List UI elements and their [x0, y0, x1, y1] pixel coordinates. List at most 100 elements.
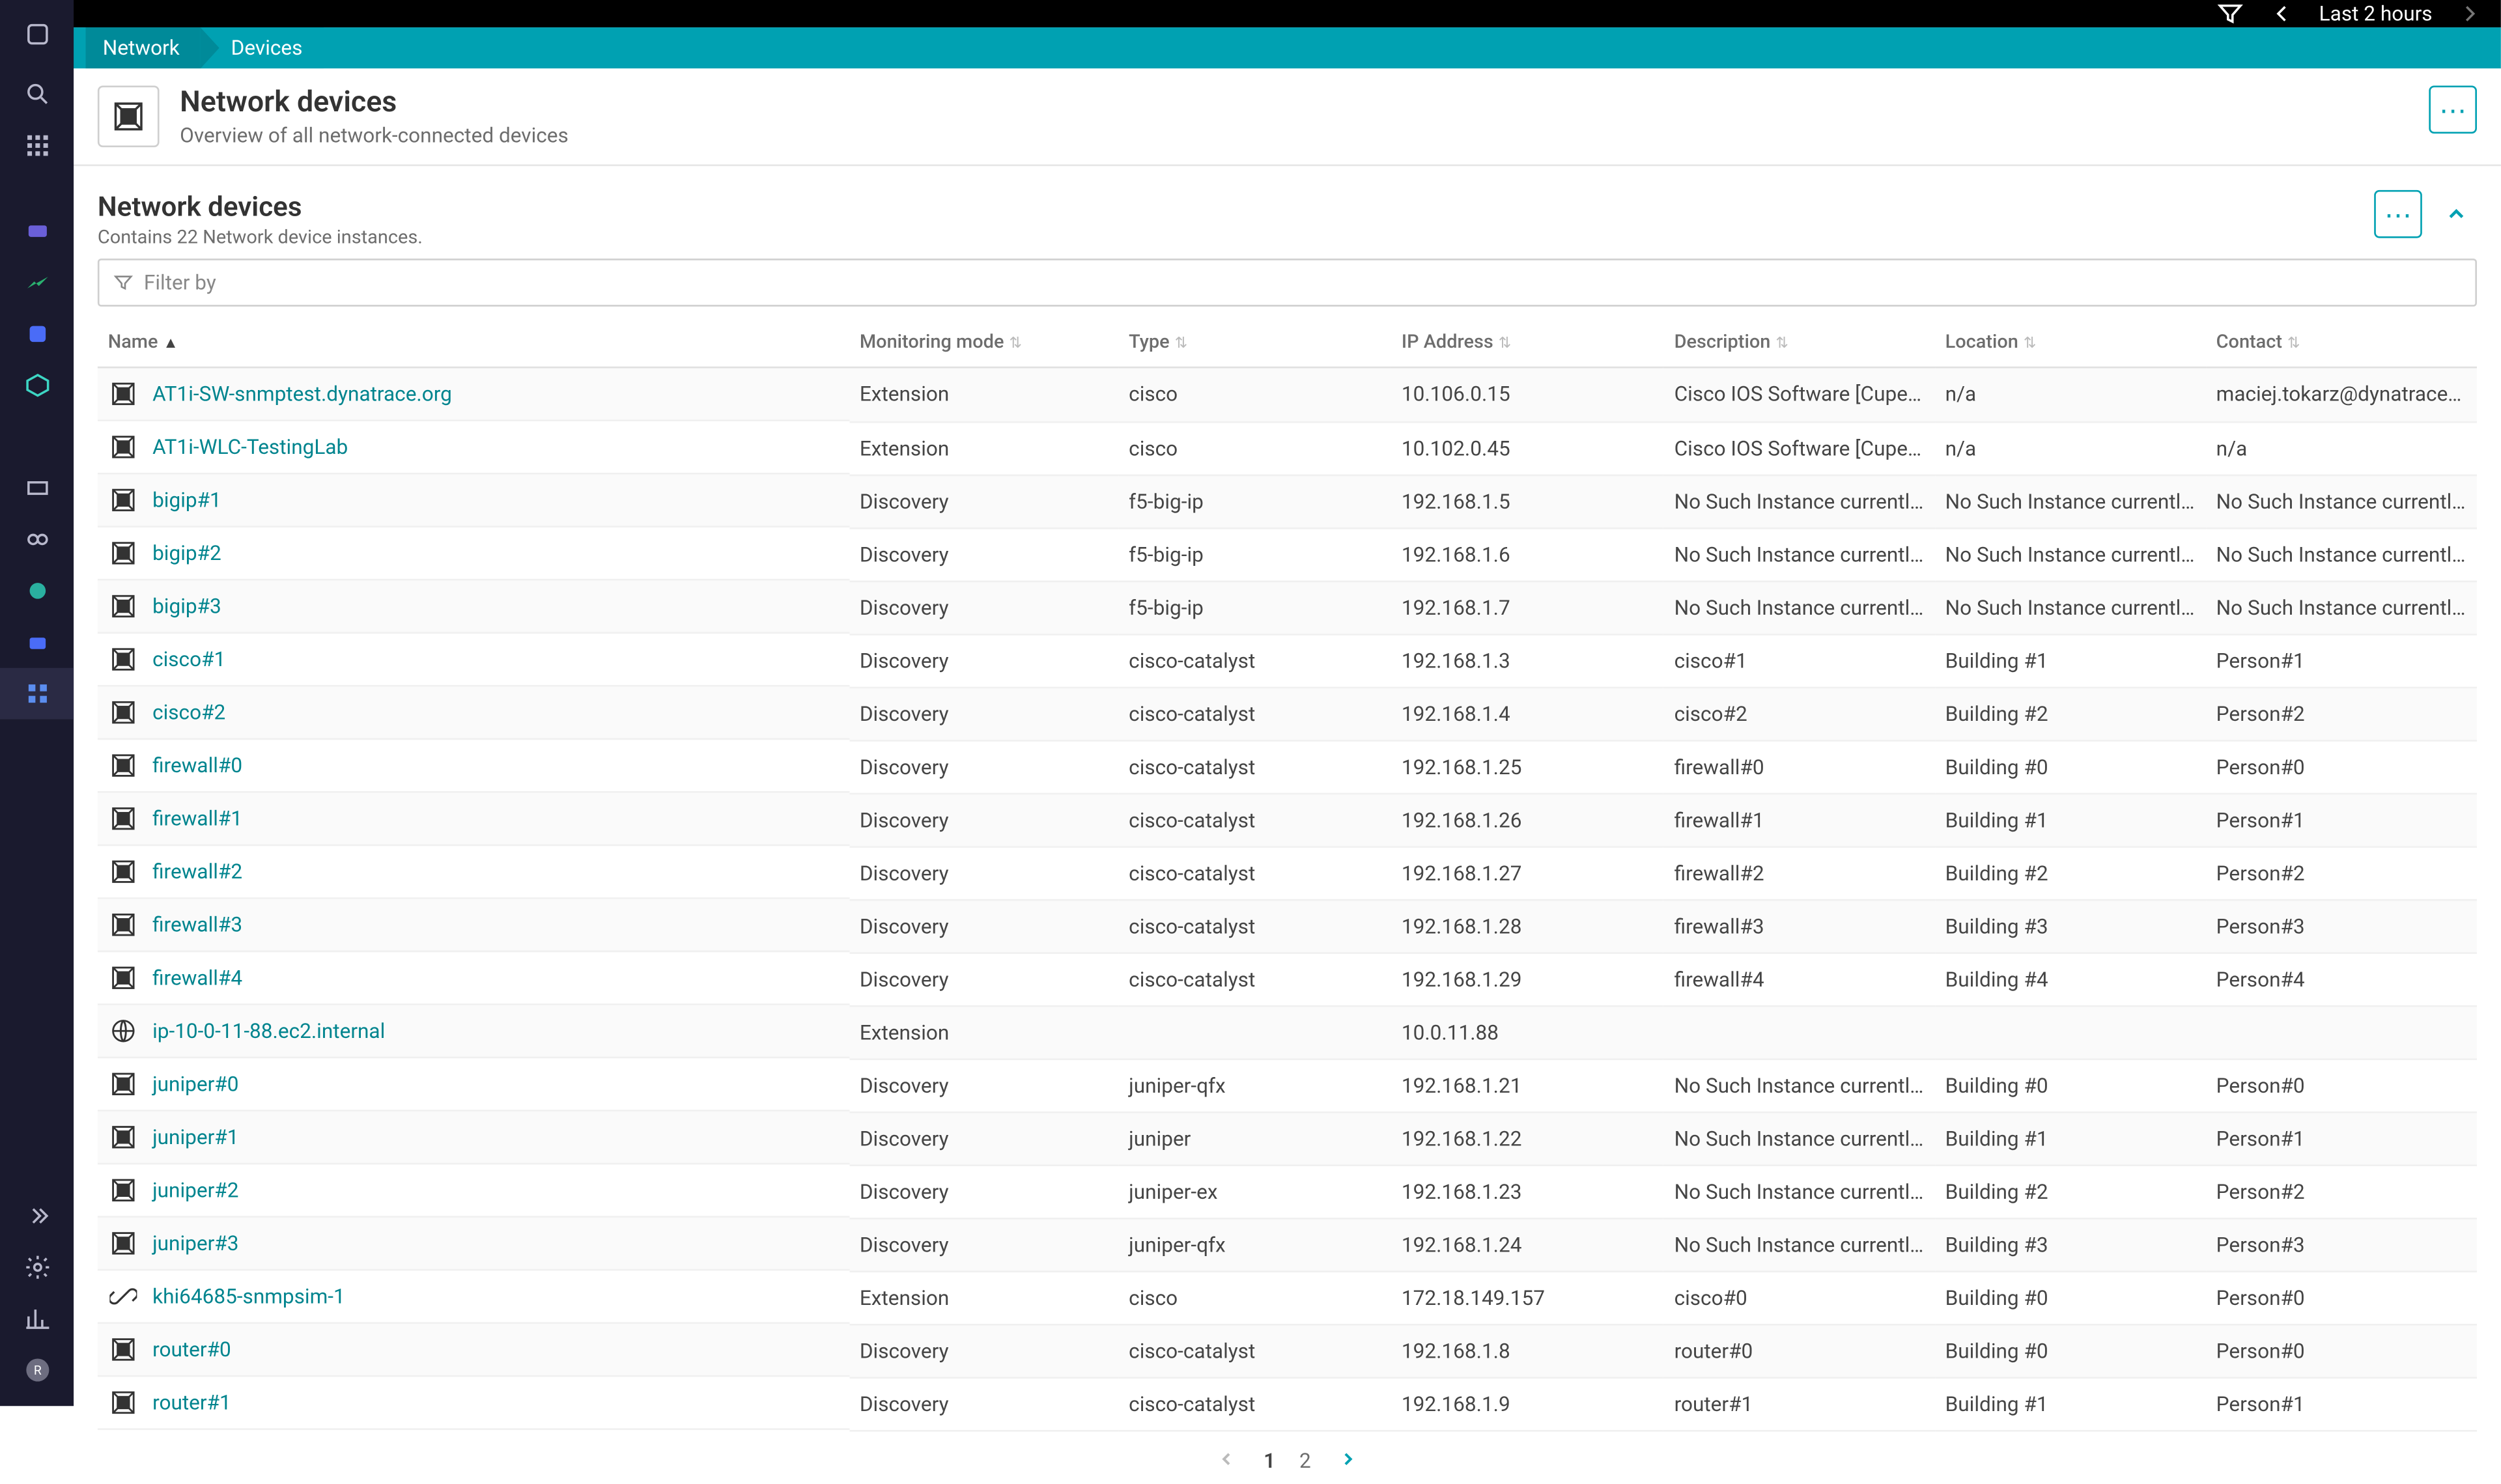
device-link[interactable]: juniper#3	[152, 1231, 238, 1255]
col-monitoring-mode[interactable]: Monitoring mode⇅	[849, 317, 1118, 368]
cell-mon: Discovery	[849, 634, 1118, 687]
nav-item-6-icon[interactable]	[0, 514, 74, 565]
device-link[interactable]: khi64685-snmpsim-1	[152, 1285, 345, 1309]
cell-mon: Discovery	[849, 475, 1118, 528]
table-row: firewall#1Discoverycisco-catalyst192.168…	[98, 793, 2477, 847]
nav-item-7-icon[interactable]	[0, 565, 74, 617]
cell-contact: Person#0	[2206, 1270, 2477, 1324]
timeframe-back-icon[interactable]	[2268, 0, 2295, 27]
timeframe-label[interactable]: Last 2 hours	[2319, 2, 2433, 26]
cell-ip: 10.0.11.88	[1391, 1005, 1664, 1059]
nav-item-5-icon[interactable]	[0, 462, 74, 514]
cell-mon: Extension	[849, 1270, 1118, 1324]
cell-name: juniper#1	[98, 1112, 849, 1165]
cell-mon: Extension	[849, 367, 1118, 421]
device-link[interactable]: ip-10-0-11-88.ec2.internal	[152, 1019, 385, 1043]
table-row: juniper#0Discoveryjuniper-qfx192.168.1.2…	[98, 1058, 2477, 1112]
cell-type: cisco-catalyst	[1118, 846, 1391, 899]
nav-settings-icon[interactable]	[0, 1242, 74, 1293]
col-description[interactable]: Description⇅	[1664, 317, 1935, 368]
cell-ip: 192.168.1.26	[1391, 793, 1664, 847]
cell-contact: Person#2	[2206, 846, 2477, 899]
device-link[interactable]: AT1i-SW-snmptest.dynatrace.org	[152, 382, 452, 406]
cell-mon: Discovery	[849, 899, 1118, 953]
cell-type: cisco-catalyst	[1118, 1377, 1391, 1431]
page-prev-icon[interactable]	[1212, 1448, 1239, 1474]
nav-apps-icon[interactable]	[0, 120, 74, 171]
cell-desc: router#1	[1664, 1377, 1935, 1431]
device-link[interactable]: firewall#3	[152, 913, 242, 937]
cell-desc: No Such Instance currently…	[1664, 1112, 1935, 1165]
device-link[interactable]: bigip#3	[152, 595, 221, 619]
col-location[interactable]: Location⇅	[1935, 317, 2206, 368]
page-header: Network devices Overview of all network-…	[74, 68, 2501, 166]
cell-mon: Discovery	[849, 1164, 1118, 1218]
col-type[interactable]: Type⇅	[1118, 317, 1391, 368]
cell-loc: Building #2	[1935, 1164, 2206, 1218]
col-ip[interactable]: IP Address⇅	[1391, 317, 1664, 368]
device-link[interactable]: firewall#2	[152, 860, 242, 884]
device-icon	[108, 1334, 139, 1365]
page-2[interactable]: 2	[1299, 1449, 1311, 1473]
col-name[interactable]: Name▲	[98, 317, 849, 368]
device-link[interactable]: AT1i-WLC-TestingLab	[152, 435, 348, 459]
device-link[interactable]: firewall#4	[152, 966, 242, 990]
nav-analytics-icon[interactable]	[0, 1293, 74, 1345]
cell-ip: 10.106.0.15	[1391, 367, 1664, 421]
cell-name: bigip#3	[98, 581, 849, 634]
filter-icon[interactable]	[2216, 0, 2244, 27]
devices-table: Name▲ Monitoring mode⇅ Type⇅ IP Address⇅…	[98, 317, 2477, 1431]
cell-desc: cisco#0	[1664, 1270, 1935, 1324]
cell-ip: 192.168.1.22	[1391, 1112, 1664, 1165]
cell-type: cisco-catalyst	[1118, 1324, 1391, 1377]
cell-ip: 192.168.1.6	[1391, 527, 1664, 581]
section-collapse-icon[interactable]	[2436, 193, 2477, 234]
cell-mon: Discovery	[849, 952, 1118, 1005]
timeframe-forward-icon[interactable]	[2456, 0, 2483, 27]
cell-desc: firewall#0	[1664, 740, 1935, 793]
nav-item-9-icon[interactable]	[0, 668, 74, 720]
col-contact[interactable]: Contact⇅	[2206, 317, 2477, 368]
section-actions-button[interactable]: ⋯	[2374, 190, 2422, 238]
device-link[interactable]: juniper#2	[152, 1178, 238, 1202]
page-subtitle: Overview of all network-connected device…	[180, 123, 569, 147]
device-link[interactable]: bigip#1	[152, 488, 221, 512]
section-title: Network devices	[98, 190, 423, 223]
device-link[interactable]: router#1	[152, 1391, 231, 1415]
nav-search-icon[interactable]	[0, 68, 74, 120]
page-next-icon[interactable]	[1335, 1448, 1363, 1474]
cell-mon: Discovery	[849, 581, 1118, 634]
nav-item-4-icon[interactable]	[0, 359, 74, 411]
device-link[interactable]: cisco#2	[152, 701, 225, 725]
cell-type: cisco-catalyst	[1118, 634, 1391, 687]
table-row: khi64685-snmpsim-1Extensioncisco172.18.1…	[98, 1270, 2477, 1324]
device-link[interactable]: firewall#1	[152, 807, 242, 831]
device-link[interactable]: firewall#0	[152, 753, 242, 777]
breadcrumb-item-network[interactable]: Network	[86, 27, 201, 68]
device-link[interactable]: juniper#0	[152, 1072, 238, 1096]
device-link[interactable]: router#0	[152, 1337, 231, 1362]
device-link[interactable]: cisco#1	[152, 647, 225, 671]
device-icon	[108, 644, 139, 675]
cell-loc: Building #3	[1935, 1218, 2206, 1271]
filter-input[interactable]: Filter by	[98, 259, 2477, 307]
nav-item-8-icon[interactable]	[0, 617, 74, 668]
nav-expand-icon[interactable]	[0, 1190, 74, 1242]
cell-name: firewall#2	[98, 846, 849, 899]
nav-item-2-icon[interactable]	[0, 257, 74, 309]
cell-name: router#1	[98, 1377, 849, 1431]
cell-contact: Person#0	[2206, 1324, 2477, 1377]
pagination: 1 2	[98, 1431, 2477, 1484]
page-actions-button[interactable]: ⋯	[2429, 86, 2477, 134]
cell-type: cisco-catalyst	[1118, 740, 1391, 793]
table-row: ip-10-0-11-88.ec2.internalExtension10.0.…	[98, 1005, 2477, 1059]
nav-logo-icon[interactable]	[0, 0, 74, 68]
cell-ip: 10.102.0.45	[1391, 421, 1664, 475]
nav-item-3-icon[interactable]	[0, 308, 74, 359]
device-link[interactable]: bigip#2	[152, 541, 221, 565]
nav-item-1-icon[interactable]	[0, 206, 74, 257]
device-link[interactable]: juniper#1	[152, 1125, 238, 1149]
cell-loc: Building #1	[1935, 793, 2206, 847]
page-1[interactable]: 1	[1264, 1449, 1275, 1473]
nav-avatar-icon[interactable]: R	[0, 1345, 74, 1396]
